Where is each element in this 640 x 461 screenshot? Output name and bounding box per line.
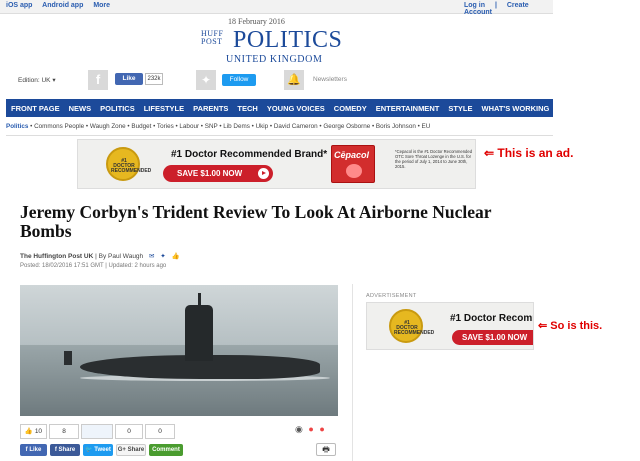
advertisement-label: ADVERTISEMENT bbox=[366, 293, 417, 299]
like-count: 👍 10 bbox=[20, 424, 47, 439]
posted-time: Posted: 18/02/2016 17:51 GMT bbox=[20, 263, 104, 269]
nav-item-tech[interactable]: TECH bbox=[237, 104, 257, 113]
google-plus-icon[interactable]: ● bbox=[319, 424, 324, 434]
byline: The Huffington Post UK | By Paul Waugh ✉… bbox=[20, 252, 180, 260]
facebook-icon[interactable]: f bbox=[88, 70, 108, 90]
subnav-topic-links[interactable]: • Commons People • Waugh Zone • Budget •… bbox=[28, 123, 430, 130]
annotation-side-ad: ⇐ So is this. bbox=[538, 320, 603, 332]
sidebar-save-now-button[interactable]: SAVE $1.00 NOW bbox=[452, 330, 533, 345]
nav-item-blogs[interactable]: BLOGS bbox=[558, 104, 585, 113]
print-icon[interactable]: 🖶 bbox=[316, 443, 336, 456]
play-icon bbox=[258, 168, 269, 179]
nav-item-news[interactable]: NEWS bbox=[69, 104, 92, 113]
comment-count: 0 bbox=[145, 424, 175, 439]
byline-source[interactable]: The Huffington Post UK bbox=[20, 253, 93, 260]
doctor-seal-icon: #1 DOCTOR RECOMMENDED bbox=[106, 147, 152, 181]
nav-item-politics[interactable]: POLITICS bbox=[100, 104, 135, 113]
reddit-icon[interactable]: ◉ bbox=[295, 424, 303, 434]
top-banner-ad[interactable]: #1 DOCTOR RECOMMENDED #1 Doctor Recommen… bbox=[77, 139, 476, 189]
article-tools: ◉ ● ● bbox=[295, 424, 328, 435]
ios-app-link[interactable]: iOS app bbox=[6, 2, 32, 9]
google-count: 0 bbox=[115, 424, 143, 439]
twitter-count bbox=[81, 424, 113, 439]
submarine-sail bbox=[185, 305, 213, 361]
main-nav: FRONT PAGE NEWS POLITICS LIFESTYLE PAREN… bbox=[6, 99, 585, 117]
nav-item-parents[interactable]: PARENTS bbox=[193, 104, 228, 113]
comment-button[interactable]: Comment bbox=[149, 444, 183, 456]
mail-icon[interactable]: ✉ bbox=[149, 253, 154, 260]
sidebar-ad-headline: #1 Doctor Recomm bbox=[450, 313, 534, 324]
tweet-button[interactable]: 🐦 Tweet bbox=[83, 444, 113, 456]
save-now-label: SAVE $1.00 NOW bbox=[177, 169, 243, 178]
divider bbox=[6, 135, 553, 136]
nav-item-front-page[interactable]: FRONT PAGE bbox=[11, 104, 60, 113]
twitter-icon[interactable]: ✦ bbox=[196, 70, 216, 90]
doctor-seal-icon: #1 DOCTOR RECOMMENDED bbox=[389, 309, 435, 343]
facebook-share-button[interactable]: f Share bbox=[50, 444, 80, 456]
top-bar: iOS app Android app More Log in | Create… bbox=[0, 0, 553, 16]
twitter-small-icon[interactable]: ✦ bbox=[160, 253, 165, 260]
account-links: Log in | Create Account bbox=[464, 2, 553, 16]
lozenge-icon bbox=[346, 164, 362, 178]
like-small-icon[interactable]: 👍 bbox=[172, 253, 180, 260]
subnav-politics-link[interactable]: Politics bbox=[6, 123, 28, 130]
save-now-button[interactable]: SAVE $1.00 NOW bbox=[163, 165, 273, 182]
google-share-button[interactable]: G+ Share bbox=[116, 444, 146, 456]
android-app-link[interactable]: Android app bbox=[42, 2, 83, 9]
updated-time: Updated: 2 hours ago bbox=[108, 263, 167, 269]
stumble-icon[interactable]: ● bbox=[308, 424, 313, 434]
nav-item-style[interactable]: STYLE bbox=[448, 104, 472, 113]
facebook-count: 8 bbox=[49, 424, 79, 439]
ad-fine-print: *Cepacol is the #1 Doctor Recommended OT… bbox=[395, 149, 473, 169]
region-title: UNITED KINGDOM bbox=[226, 54, 323, 65]
facebook-like-button[interactable]: Like bbox=[115, 73, 143, 85]
submarine-fin bbox=[64, 351, 72, 365]
huffpost-logo[interactable]: HUFF POST bbox=[201, 30, 231, 46]
nav-item-entertainment[interactable]: ENTERTAINMENT bbox=[376, 104, 440, 113]
separator: | bbox=[494, 2, 497, 9]
annotation-top-ad: ⇐ This is an ad. bbox=[484, 146, 574, 160]
section-title[interactable]: POLITICS bbox=[233, 27, 342, 54]
sidebar-ad[interactable]: #1 DOCTOR RECOMMENDED #1 Doctor Recomm S… bbox=[366, 302, 534, 350]
column-divider bbox=[352, 284, 353, 461]
bell-icon[interactable]: 🔔 bbox=[284, 70, 304, 90]
nav-item-lifestyle[interactable]: LIFESTYLE bbox=[144, 104, 184, 113]
seal-text: #1 DOCTOR RECOMMENDED bbox=[394, 320, 435, 336]
share-buttons: f Like f Share 🐦 Tweet G+ Share Comment bbox=[20, 444, 186, 456]
twitter-follow-button[interactable]: Follow bbox=[222, 74, 256, 86]
nav-item-young-voices[interactable]: YOUNG VOICES bbox=[267, 104, 325, 113]
edition-selector[interactable]: Edition: UK ▾ bbox=[18, 76, 56, 84]
sub-nav: Politics • Commons People • Waugh Zone •… bbox=[6, 123, 430, 130]
ad-headline: #1 Doctor Recommended Brand* bbox=[171, 149, 328, 160]
product-brand: Cēpacol bbox=[334, 150, 370, 160]
nav-item-whats-working[interactable]: WHAT'S WORKING bbox=[481, 104, 549, 113]
newsletters-link[interactable]: Newsletters bbox=[313, 76, 347, 83]
post-timestamps: Posted: 18/02/2016 17:51 GMT | Updated: … bbox=[20, 263, 166, 269]
submarine-photo[interactable] bbox=[20, 285, 338, 416]
seal-text: #1 DOCTOR RECOMMENDED bbox=[111, 158, 152, 174]
submarine-mast bbox=[198, 293, 201, 307]
facebook-like-count: 232k bbox=[145, 73, 163, 85]
masthead-date: 18 February 2016 bbox=[228, 17, 285, 26]
product-box-image: Cēpacol bbox=[331, 145, 375, 183]
login-link[interactable]: Log in bbox=[464, 2, 485, 9]
article-headline: Jeremy Corbyn's Trident Review To Look A… bbox=[20, 202, 492, 241]
byline-author[interactable]: | By Paul Waugh bbox=[95, 253, 143, 260]
more-link[interactable]: More bbox=[93, 2, 110, 9]
share-counts: 👍 10 8 0 0 bbox=[20, 424, 177, 439]
app-links: iOS app Android app More bbox=[6, 2, 118, 9]
nav-item-comedy[interactable]: COMEDY bbox=[334, 104, 367, 113]
facebook-like-share-button[interactable]: f Like bbox=[20, 444, 47, 456]
